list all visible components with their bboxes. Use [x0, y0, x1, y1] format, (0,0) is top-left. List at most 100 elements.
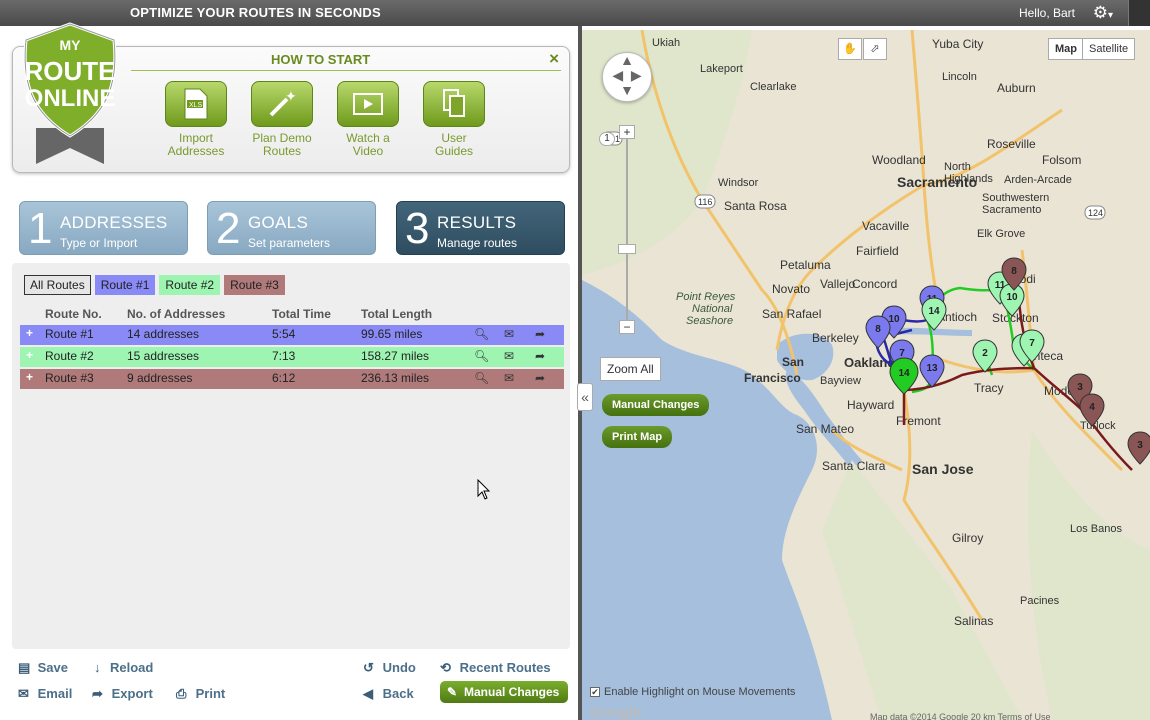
- reload-label: Reload: [110, 660, 154, 675]
- select-tool-icon[interactable]: ⬀: [863, 38, 887, 60]
- svg-text:Novato: Novato: [772, 282, 810, 296]
- svg-text:Salinas: Salinas: [954, 614, 993, 628]
- search-icon[interactable]: 🔍︎: [474, 371, 489, 385]
- route-length: 236.13 miles: [361, 371, 430, 385]
- table-row[interactable]: + Route #3 9 addresses 6:12 236.13 miles…: [20, 369, 564, 389]
- share-icon[interactable]: ➦: [535, 371, 545, 385]
- route-map[interactable]: Ukiah Yuba City Lakeport Clearlake Linco…: [582, 30, 1150, 720]
- zoom-slider-track[interactable]: [626, 130, 628, 330]
- pan-up-icon[interactable]: ▲: [603, 53, 651, 68]
- svg-text:Hayward: Hayward: [847, 398, 894, 412]
- expand-icon[interactable]: +: [26, 348, 33, 362]
- route-addresses: 14 addresses: [127, 327, 200, 341]
- svg-text:Fairfield: Fairfield: [856, 244, 899, 258]
- svg-text:Point Reyes: Point Reyes: [676, 291, 736, 303]
- svg-text:Bayview: Bayview: [820, 375, 861, 387]
- pan-down-icon[interactable]: ▼: [603, 83, 651, 98]
- svg-text:3: 3: [1137, 440, 1143, 451]
- print-map-button[interactable]: Print Map: [602, 426, 673, 448]
- svg-text:Gilroy: Gilroy: [952, 531, 983, 545]
- export-icon: ➦: [92, 686, 103, 701]
- filter-route-2[interactable]: Route #2: [159, 275, 221, 295]
- save-label: Save: [37, 660, 68, 675]
- export-label: Export: [111, 686, 153, 701]
- svg-text:Woodland: Woodland: [872, 153, 926, 167]
- route-name: Route #3: [45, 371, 94, 385]
- svg-text:Clearlake: Clearlake: [750, 81, 796, 93]
- map-manual-changes-button[interactable]: Manual Changes: [602, 394, 710, 416]
- export-button[interactable]: ➦ Export: [92, 686, 153, 702]
- share-icon[interactable]: ➦: [535, 327, 545, 341]
- filter-route-1[interactable]: Route #1: [94, 275, 156, 295]
- reload-button[interactable]: ↓ Reload: [94, 660, 153, 675]
- email-button[interactable]: ✉ Email: [18, 686, 72, 702]
- window-button[interactable]: [1128, 0, 1150, 26]
- map-type-map[interactable]: Map: [1048, 38, 1084, 60]
- step-addresses[interactable]: 1 ADDRESSES Type or Import: [19, 201, 188, 255]
- zoom-in-button[interactable]: +: [619, 125, 635, 139]
- svg-text:San Mateo: San Mateo: [796, 422, 854, 436]
- user-greeting[interactable]: Hello, Bart: [1019, 6, 1075, 20]
- table-row[interactable]: + Route #2 15 addresses 7:13 158.27 mile…: [20, 347, 564, 367]
- highlight-checkbox[interactable]: ✔: [590, 687, 600, 697]
- pan-right-icon[interactable]: ▶: [631, 67, 642, 83]
- collapse-panel-button[interactable]: «: [577, 383, 593, 411]
- pan-left-icon[interactable]: ◀: [612, 67, 623, 83]
- zoom-all-button[interactable]: Zoom All: [600, 357, 661, 381]
- expand-icon[interactable]: +: [26, 326, 33, 340]
- svg-text:Roseville: Roseville: [987, 137, 1036, 151]
- filter-route-3[interactable]: Route #3: [224, 275, 285, 295]
- route-time: 5:54: [272, 327, 296, 341]
- filter-all-routes[interactable]: All Routes: [24, 275, 91, 295]
- step-results[interactable]: 3 RESULTS Manage routes: [396, 201, 565, 255]
- zoom-out-button[interactable]: −: [619, 320, 635, 334]
- hand-tool-icon[interactable]: ✋: [838, 38, 862, 60]
- email-icon[interactable]: ✉: [504, 371, 514, 385]
- svg-text:10: 10: [1006, 292, 1018, 303]
- search-icon[interactable]: 🔍︎: [474, 327, 489, 341]
- svg-text:Windsor: Windsor: [718, 177, 759, 189]
- svg-text:Arden-Arcade: Arden-Arcade: [1004, 174, 1072, 186]
- gear-icon[interactable]: ⚙▾: [1093, 3, 1113, 23]
- svg-text:3: 3: [1077, 382, 1083, 393]
- map-type-satellite[interactable]: Satellite: [1082, 38, 1136, 60]
- table-row[interactable]: + Route #1 14 addresses 5:54 99.65 miles…: [20, 325, 564, 345]
- expand-icon[interactable]: +: [26, 370, 33, 384]
- recent-routes-label: Recent Routes: [459, 660, 551, 675]
- reload-icon: ↓: [94, 660, 101, 675]
- recent-routes-button[interactable]: ⟲ Recent Routes: [440, 660, 551, 676]
- svg-text:2: 2: [982, 348, 988, 359]
- undo-button[interactable]: ↺ Undo: [363, 660, 416, 676]
- step-subtitle: Type or Import: [60, 236, 138, 250]
- print-button[interactable]: ⎙ Print: [176, 686, 225, 702]
- svg-text:14: 14: [928, 306, 940, 317]
- share-icon[interactable]: ➦: [535, 349, 545, 363]
- route-addresses: 15 addresses: [127, 349, 200, 363]
- route-filters: All Routes Route #1 Route #2 Route #3: [24, 275, 285, 295]
- svg-text:Folsom: Folsom: [1042, 153, 1081, 167]
- zoom-slider-handle[interactable]: [618, 244, 636, 254]
- manual-changes-button[interactable]: ✎ Manual Changes: [440, 681, 568, 703]
- svg-text:Elk Grove: Elk Grove: [977, 228, 1025, 240]
- step-number: 3: [405, 204, 430, 253]
- svg-text:San: San: [782, 355, 804, 369]
- pan-control[interactable]: ▲ ◀ ▶ ▼: [602, 52, 652, 102]
- svg-text:Auburn: Auburn: [997, 81, 1036, 95]
- save-button[interactable]: ▤ Save: [18, 660, 68, 676]
- back-button[interactable]: ◀ Back: [363, 686, 414, 702]
- email-icon[interactable]: ✉: [504, 349, 514, 363]
- svg-text:14: 14: [898, 368, 910, 379]
- svg-text:124: 124: [1088, 208, 1103, 218]
- svg-text:Santa Rosa: Santa Rosa: [724, 199, 787, 213]
- history-icon: ⟲: [440, 660, 451, 675]
- highlight-option[interactable]: ✔ Enable Highlight on Mouse Movements: [590, 686, 795, 698]
- step-goals[interactable]: 2 GOALS Set parameters: [207, 201, 376, 255]
- svg-text:North: North: [944, 161, 971, 173]
- route-addresses: 9 addresses: [127, 371, 193, 385]
- search-icon[interactable]: 🔍︎: [474, 349, 489, 363]
- email-icon[interactable]: ✉: [504, 327, 514, 341]
- svg-text:Highlands: Highlands: [944, 173, 993, 185]
- route-name: Route #1: [45, 327, 94, 341]
- route-time: 7:13: [272, 349, 296, 363]
- manual-changes-label: Manual Changes: [464, 685, 560, 699]
